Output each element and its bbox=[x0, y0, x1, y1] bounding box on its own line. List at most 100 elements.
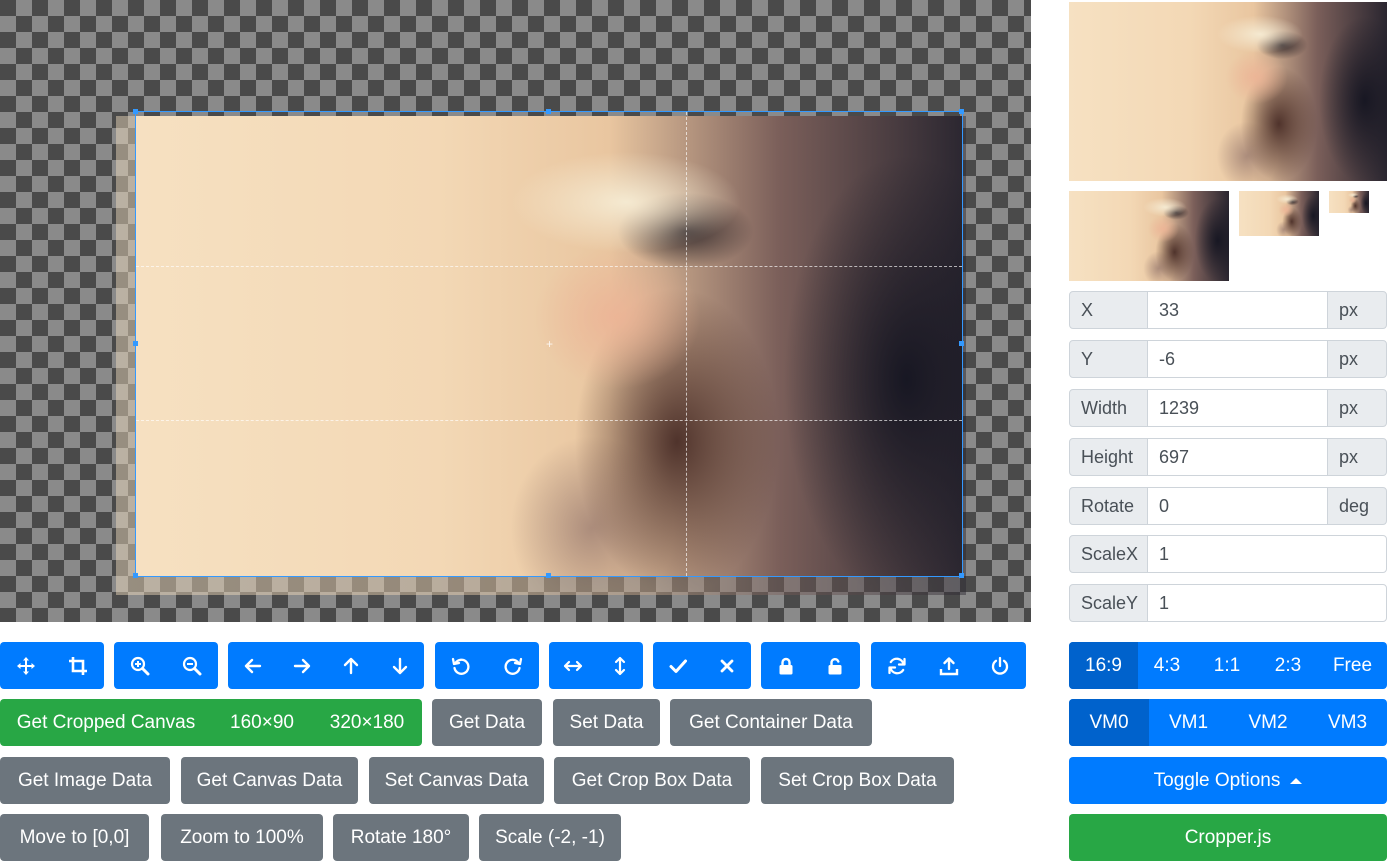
misc-button-group bbox=[871, 642, 1026, 689]
unlock-icon bbox=[828, 657, 842, 674]
arrow-left-icon bbox=[244, 658, 261, 673]
guide-line-horizontal bbox=[136, 266, 962, 267]
data-scalex-input[interactable]: 1 bbox=[1147, 535, 1387, 573]
aspect-ratio-2-3-option[interactable]: 2:3 bbox=[1258, 642, 1318, 689]
upload-image-button[interactable] bbox=[923, 642, 974, 689]
resize-handle-n[interactable] bbox=[546, 109, 551, 114]
resize-handle-se[interactable] bbox=[959, 573, 964, 578]
data-width-input[interactable]: 1239 bbox=[1147, 389, 1328, 427]
view-mode-2-option[interactable]: VM2 bbox=[1228, 699, 1308, 746]
set-data-button[interactable]: Set Data bbox=[553, 699, 660, 746]
data-rotate-unit: deg bbox=[1327, 487, 1387, 525]
rotate-left-icon bbox=[451, 657, 470, 675]
zoom-button-group bbox=[114, 642, 218, 689]
upload-icon bbox=[939, 656, 958, 675]
set-canvas-data-button[interactable]: Set Canvas Data bbox=[369, 757, 544, 804]
get-container-data-button[interactable]: Get Container Data bbox=[670, 699, 872, 746]
resize-handle-w[interactable] bbox=[133, 341, 138, 346]
aspect-ratio-4-3-option[interactable]: 4:3 bbox=[1138, 642, 1196, 689]
resize-handle-s[interactable] bbox=[546, 573, 551, 578]
guide-line-vertical bbox=[686, 112, 687, 576]
data-width-group: Width 1239 px bbox=[1069, 389, 1387, 427]
view-mode-1-option[interactable]: VM1 bbox=[1149, 699, 1228, 746]
crop-confirm-button[interactable] bbox=[653, 642, 702, 689]
resize-handle-e[interactable] bbox=[959, 341, 964, 346]
zoom-in-icon bbox=[130, 656, 150, 675]
rotate-right-button[interactable] bbox=[487, 642, 539, 689]
data-y-group: Y -6 px bbox=[1069, 340, 1387, 378]
crop-icon bbox=[69, 656, 87, 675]
cropped-canvas-button-group: Get Cropped Canvas 160×90 320×180 bbox=[0, 699, 422, 746]
resize-handle-nw[interactable] bbox=[133, 109, 138, 114]
arrow-up-icon bbox=[343, 657, 358, 674]
cropped-canvas-320x180-button[interactable]: 320×180 bbox=[312, 699, 422, 746]
cropperjs-link-button[interactable]: Cropper.js bbox=[1069, 814, 1387, 861]
scale-button[interactable]: Scale (-2, -1) bbox=[479, 814, 621, 861]
zoom-to-100-button[interactable]: Zoom to 100% bbox=[161, 814, 323, 861]
lock-button[interactable] bbox=[761, 642, 810, 689]
zoom-in-button[interactable] bbox=[114, 642, 166, 689]
crop-box[interactable]: + bbox=[133, 109, 964, 578]
data-height-input[interactable]: 697 bbox=[1147, 438, 1328, 476]
unlock-button[interactable] bbox=[810, 642, 860, 689]
get-crop-box-data-button[interactable]: Get Crop Box Data bbox=[554, 757, 750, 804]
data-x-input[interactable]: 33 bbox=[1147, 291, 1328, 329]
aspect-ratio-free-option[interactable]: Free bbox=[1318, 642, 1387, 689]
data-rotate-input[interactable]: 0 bbox=[1147, 487, 1328, 525]
rotate-left-button[interactable] bbox=[435, 642, 487, 689]
rotate-180-button[interactable]: Rotate 180° bbox=[333, 814, 469, 861]
resize-handle-ne[interactable] bbox=[959, 109, 964, 114]
move-button-group bbox=[228, 642, 424, 689]
move-up-button[interactable] bbox=[326, 642, 375, 689]
arrow-right-icon bbox=[293, 658, 310, 673]
move-left-button[interactable] bbox=[228, 642, 277, 689]
data-scaley-label: ScaleY bbox=[1069, 584, 1148, 622]
data-rotate-label: Rotate bbox=[1069, 487, 1148, 525]
resize-handle-sw[interactable] bbox=[133, 573, 138, 578]
cropped-canvas-160x90-button[interactable]: 160×90 bbox=[212, 699, 312, 746]
get-cropped-canvas-button[interactable]: Get Cropped Canvas bbox=[0, 699, 212, 746]
data-scaley-input[interactable]: 1 bbox=[1147, 584, 1387, 622]
view-mode-0-option[interactable]: VM0 bbox=[1069, 699, 1149, 746]
rotate-right-icon bbox=[504, 657, 523, 675]
aspect-ratio-16-9-option[interactable]: 16:9 bbox=[1069, 642, 1138, 689]
data-x-group: X 33 px bbox=[1069, 291, 1387, 329]
destroy-button[interactable] bbox=[974, 642, 1026, 689]
crop-action-button-group bbox=[653, 642, 751, 689]
zoom-out-button[interactable] bbox=[166, 642, 218, 689]
data-y-input[interactable]: -6 bbox=[1147, 340, 1328, 378]
close-icon bbox=[720, 659, 733, 672]
data-x-label: X bbox=[1069, 291, 1148, 329]
flip-horizontal-button[interactable] bbox=[549, 642, 596, 689]
toggle-options-button[interactable]: Toggle Options bbox=[1069, 757, 1387, 804]
flip-horizontal-icon bbox=[563, 660, 582, 671]
flip-vertical-button[interactable] bbox=[596, 642, 643, 689]
mode-button-group bbox=[0, 642, 104, 689]
move-right-button[interactable] bbox=[277, 642, 326, 689]
move-icon bbox=[17, 656, 35, 675]
view-mode-3-option[interactable]: VM3 bbox=[1308, 699, 1387, 746]
move-to-origin-button[interactable]: Move to [0,0] bbox=[0, 814, 149, 861]
data-scalex-group: ScaleX 1 bbox=[1069, 535, 1387, 573]
get-image-data-button[interactable]: Get Image Data bbox=[0, 757, 170, 804]
zoom-out-icon bbox=[182, 656, 202, 675]
data-y-unit: px bbox=[1327, 340, 1387, 378]
cropper-container[interactable]: + bbox=[0, 0, 1031, 622]
crop-mode-button[interactable] bbox=[52, 642, 104, 689]
set-crop-box-data-button[interactable]: Set Crop Box Data bbox=[761, 757, 954, 804]
crop-center-icon: + bbox=[546, 337, 554, 351]
reset-button[interactable] bbox=[871, 642, 923, 689]
preview-large bbox=[1069, 2, 1387, 181]
lock-button-group bbox=[761, 642, 860, 689]
move-mode-button[interactable] bbox=[0, 642, 52, 689]
data-scalex-label: ScaleX bbox=[1069, 535, 1148, 573]
flip-button-group bbox=[549, 642, 643, 689]
rotate-button-group bbox=[435, 642, 539, 689]
check-icon bbox=[669, 659, 687, 673]
data-width-label: Width bbox=[1069, 389, 1148, 427]
get-data-button[interactable]: Get Data bbox=[432, 699, 542, 746]
crop-clear-button[interactable] bbox=[702, 642, 751, 689]
move-down-button[interactable] bbox=[375, 642, 424, 689]
get-canvas-data-button[interactable]: Get Canvas Data bbox=[181, 757, 358, 804]
aspect-ratio-1-1-option[interactable]: 1:1 bbox=[1196, 642, 1258, 689]
